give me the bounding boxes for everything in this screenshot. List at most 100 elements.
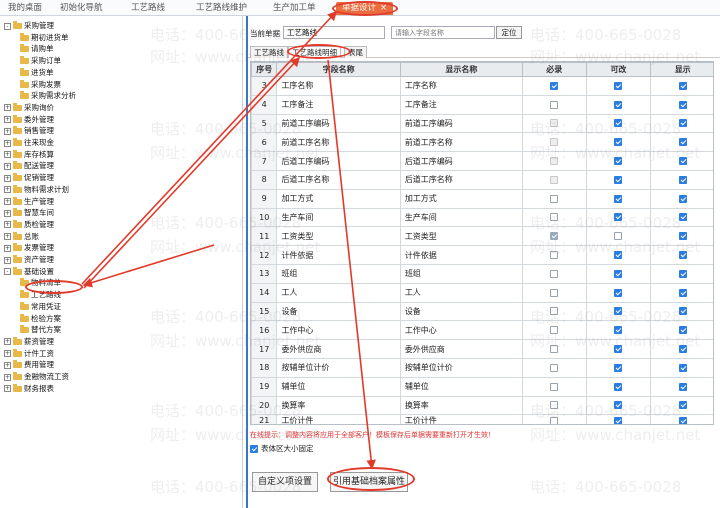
- checkbox[interactable]: [614, 416, 623, 424]
- tree-node[interactable]: + 金融物流工资: [4, 371, 69, 382]
- checkbox[interactable]: [614, 326, 623, 335]
- checkbox[interactable]: [614, 345, 623, 354]
- tab-doc-design[interactable]: 单据设计 ×: [336, 2, 394, 15]
- tree-node[interactable]: + 生产管理: [4, 196, 54, 207]
- table-row[interactable]: 6 前道工序名称 前道工序名称: [251, 132, 713, 153]
- display-name-cell[interactable]: 班组: [399, 263, 523, 284]
- checkbox[interactable]: [614, 269, 623, 278]
- expand-icon[interactable]: +: [4, 233, 11, 241]
- checkbox[interactable]: [678, 345, 687, 354]
- table-row[interactable]: 4 工序备注 工序备注: [251, 94, 713, 115]
- fix-size-option[interactable]: 表体区大小固定: [250, 443, 314, 454]
- tree-node[interactable]: - 基础设置: [4, 266, 54, 277]
- tree-node[interactable]: + 智慧车间: [4, 207, 54, 218]
- checkbox[interactable]: [614, 401, 623, 410]
- checkbox[interactable]: [550, 100, 559, 109]
- table-row[interactable]: 12 计件依据 计件依据: [251, 245, 713, 265]
- display-name-cell[interactable]: 辅单位: [399, 376, 523, 397]
- tree-node[interactable]: + 财务报表: [4, 383, 54, 394]
- table-row[interactable]: 9 加工方式 加工方式: [251, 188, 713, 209]
- col-display-name[interactable]: 显示名称: [399, 62, 523, 77]
- tree-node[interactable]: + 库存核算: [4, 149, 54, 160]
- checkbox[interactable]: [678, 416, 687, 424]
- checkbox[interactable]: [678, 213, 687, 222]
- checkbox[interactable]: [678, 307, 687, 316]
- display-name-cell[interactable]: 生产车间: [399, 207, 523, 228]
- checkbox[interactable]: [614, 251, 623, 260]
- tab-production-order[interactable]: 生产加工单: [273, 2, 316, 15]
- checkbox[interactable]: [550, 288, 559, 297]
- checkbox[interactable]: [678, 363, 687, 372]
- tree-node[interactable]: 物料清单: [20, 277, 61, 288]
- tree-node[interactable]: + 薪资管理: [4, 336, 54, 347]
- expand-icon[interactable]: +: [4, 162, 11, 170]
- locate-button[interactable]: 定位: [496, 26, 522, 39]
- col-visible[interactable]: 显示: [650, 62, 713, 77]
- col-no[interactable]: 序号: [251, 62, 278, 77]
- table-row[interactable]: 3 工序名称 工序名称: [251, 76, 713, 96]
- checkbox[interactable]: [550, 345, 559, 354]
- tree-node[interactable]: 请购单: [20, 43, 54, 54]
- table-row[interactable]: 19 辅单位 辅单位: [251, 376, 713, 397]
- table-row[interactable]: 10 生产车间 生产车间: [251, 207, 713, 228]
- table-row[interactable]: 7 后道工序编码 后道工序编码: [251, 151, 713, 171]
- fix-size-checkbox[interactable]: [250, 445, 258, 453]
- display-name-cell[interactable]: 委外供应商: [399, 339, 523, 359]
- checkbox[interactable]: [678, 175, 687, 184]
- display-name-cell[interactable]: 换算率: [399, 395, 523, 416]
- tab-detail[interactable]: 工艺路线明细: [288, 46, 341, 58]
- tab-init-nav[interactable]: 初始化导航: [60, 2, 103, 15]
- checkbox[interactable]: [614, 232, 623, 241]
- custom-items-button[interactable]: 自定义项设置: [252, 472, 318, 492]
- checkbox[interactable]: [550, 401, 559, 410]
- expand-icon[interactable]: +: [4, 373, 11, 381]
- tree-node[interactable]: 检验方案: [20, 313, 61, 324]
- expand-icon[interactable]: +: [4, 198, 11, 205]
- tab-my-desktop[interactable]: 我的桌面: [8, 2, 42, 15]
- table-row[interactable]: 16 工作中心 工作中心: [251, 320, 713, 341]
- display-name-cell[interactable]: 前道工序编码: [399, 113, 523, 134]
- current-doc-field[interactable]: [283, 26, 385, 39]
- collapse-icon[interactable]: -: [4, 268, 11, 276]
- checkbox[interactable]: [614, 288, 623, 297]
- tab-process-route[interactable]: 工艺路线: [131, 2, 165, 15]
- checkbox[interactable]: [550, 269, 559, 278]
- expand-icon[interactable]: +: [4, 174, 11, 182]
- checkbox[interactable]: [678, 157, 687, 166]
- tab-process-route-maint[interactable]: 工艺路线维护: [196, 2, 247, 15]
- checkbox[interactable]: [614, 307, 623, 316]
- tree-node[interactable]: 采购发票: [20, 79, 61, 90]
- expand-icon[interactable]: +: [4, 139, 11, 147]
- checkbox[interactable]: [550, 307, 559, 316]
- tree-node[interactable]: 工艺路线: [20, 289, 61, 300]
- display-name-cell[interactable]: 加工方式: [399, 188, 523, 209]
- display-name-cell[interactable]: 工价计件: [399, 414, 523, 424]
- tree-node[interactable]: 期初进货单: [20, 32, 69, 43]
- checkbox[interactable]: [550, 363, 559, 372]
- expand-icon[interactable]: +: [4, 256, 11, 264]
- display-name-cell[interactable]: 工序名称: [399, 76, 523, 96]
- display-name-cell[interactable]: 按辅单位计价: [399, 357, 523, 378]
- tree-node[interactable]: 常用凭证: [20, 301, 61, 312]
- table-row[interactable]: 14 工人 工人: [251, 282, 713, 303]
- col-editable[interactable]: 可改: [585, 62, 652, 77]
- expand-icon[interactable]: +: [4, 127, 11, 135]
- display-name-cell[interactable]: 计件依据: [399, 245, 523, 265]
- checkbox[interactable]: [614, 138, 623, 147]
- checkbox[interactable]: [678, 401, 687, 410]
- tree-node[interactable]: + 计件工资: [4, 348, 54, 359]
- tree-node[interactable]: 采购需求分析: [20, 90, 76, 101]
- tree-node[interactable]: + 采购询价: [4, 102, 54, 113]
- checkbox[interactable]: [550, 416, 559, 424]
- checkbox[interactable]: [614, 382, 623, 391]
- expand-icon[interactable]: +: [4, 186, 11, 194]
- table-row[interactable]: 5 前道工序编码 前道工序编码: [251, 113, 713, 134]
- expand-icon[interactable]: +: [4, 244, 11, 252]
- display-name-cell[interactable]: 后道工序编码: [399, 151, 523, 171]
- checkbox[interactable]: [614, 175, 623, 184]
- tree-node[interactable]: + 委外管理: [4, 114, 54, 125]
- expand-icon[interactable]: +: [4, 361, 11, 369]
- checkbox[interactable]: [678, 232, 687, 241]
- tree-node[interactable]: 采购订单: [20, 55, 61, 66]
- tree-node[interactable]: - 采购管理: [4, 20, 54, 31]
